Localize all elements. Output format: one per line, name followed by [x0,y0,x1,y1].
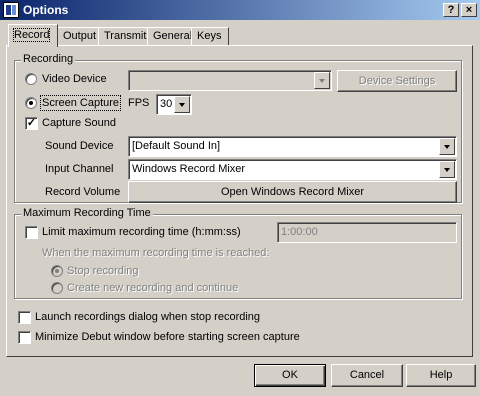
tab-record-label: Record [12,28,51,42]
chevron-down-icon [314,72,330,89]
recording-group-label: Recording [21,53,76,65]
screen-capture-radio[interactable] [25,97,37,109]
input-channel-label: Input Channel [45,163,114,175]
when-reached-label: When the maximum recording time is reach… [42,247,270,259]
chevron-down-icon [439,161,455,178]
ok-button[interactable]: OK [254,364,326,387]
device-settings-button[interactable]: Device Settings [337,70,457,92]
input-channel-value: Windows Record Mixer [132,163,246,175]
tab-output-label: Output [63,30,97,42]
launch-dialog-checkbox[interactable] [18,311,31,324]
video-device-radio[interactable] [25,73,37,85]
screen-capture-label: Screen Capture [39,95,122,111]
limit-time-label: Limit maximum recording time (h:mm:ss) [42,226,241,238]
tab-transmit[interactable]: Transmit [98,27,148,46]
tab-keys[interactable]: Keys [191,27,229,46]
capture-sound-checkbox[interactable]: ✓ [25,117,38,130]
tab-keys-label: Keys [197,30,222,42]
input-channel-select[interactable]: Windows Record Mixer [128,159,457,180]
video-device-select[interactable] [128,70,332,91]
app-icon [3,2,19,18]
stop-recording-radio[interactable] [51,265,63,277]
fps-value: 30 [160,98,173,110]
max-time-group-label: Maximum Recording Time [21,207,153,219]
tab-general-label: General [153,30,193,42]
window-title: Options [23,3,69,17]
tab-record[interactable]: Record [8,24,58,47]
fps-label: FPS [128,97,150,109]
close-button[interactable]: × [461,3,477,17]
stop-recording-label: Stop recording [67,265,139,277]
chevron-down-icon [439,138,455,155]
max-time-input[interactable]: 1:00:00 [277,222,457,243]
capture-sound-label: Capture Sound [42,117,116,129]
record-volume-label: Record Volume [45,186,121,198]
launch-dialog-label: Launch recordings dialog when stop recor… [35,311,261,323]
cancel-button[interactable]: Cancel [331,364,403,387]
tab-general[interactable]: General [147,27,192,46]
video-device-label: Video Device [42,73,107,85]
minimize-label: Minimize Debut window before starting sc… [35,331,300,343]
create-new-label: Create new recording and continue [67,282,239,294]
create-new-radio[interactable] [51,282,63,294]
tab-output[interactable]: Output [57,27,99,46]
title-bar: Options ? × [0,0,480,20]
chevron-down-icon [174,96,190,113]
open-mixer-button[interactable]: Open Windows Record Mixer [128,181,457,203]
sound-device-select[interactable]: [Default Sound In] [128,136,457,157]
fps-select[interactable]: 30 [156,94,192,115]
help-button[interactable]: Help [406,364,476,387]
help-title-button[interactable]: ? [443,3,459,17]
sound-device-label: Sound Device [45,140,114,152]
tab-transmit-label: Transmit [104,30,147,42]
minimize-checkbox[interactable] [18,331,31,344]
sound-device-value: [Default Sound In] [132,140,221,152]
limit-time-checkbox[interactable] [25,226,38,239]
